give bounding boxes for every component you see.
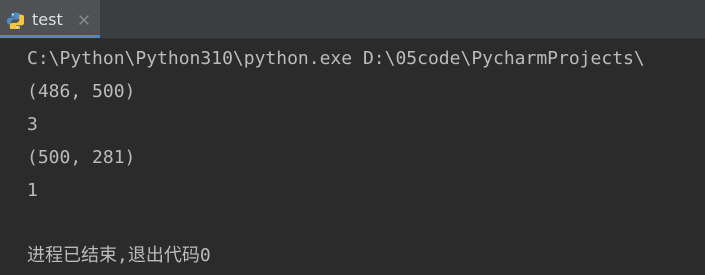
console-line-command: C:\Python\Python310\python.exe D:\05code…: [27, 48, 645, 69]
run-tab-bar: test: [0, 0, 705, 39]
console-line-output: 1: [27, 180, 38, 201]
console-line-output: (486, 500): [27, 81, 136, 102]
console-output[interactable]: C:\Python\Python310\python.exe D:\05code…: [0, 39, 705, 275]
close-icon[interactable]: [77, 13, 91, 27]
console-line-output: (500, 281): [27, 147, 136, 168]
tab-label: test: [32, 10, 63, 29]
ide-run-window: test C:\Python\Python310\python.exe D:\0…: [0, 0, 705, 275]
console-line-exit-status: 进程已结束,退出代码0: [27, 245, 211, 266]
tab-test[interactable]: test: [0, 0, 100, 38]
python-file-icon: [7, 12, 24, 29]
console-line-output: 3: [27, 114, 38, 135]
